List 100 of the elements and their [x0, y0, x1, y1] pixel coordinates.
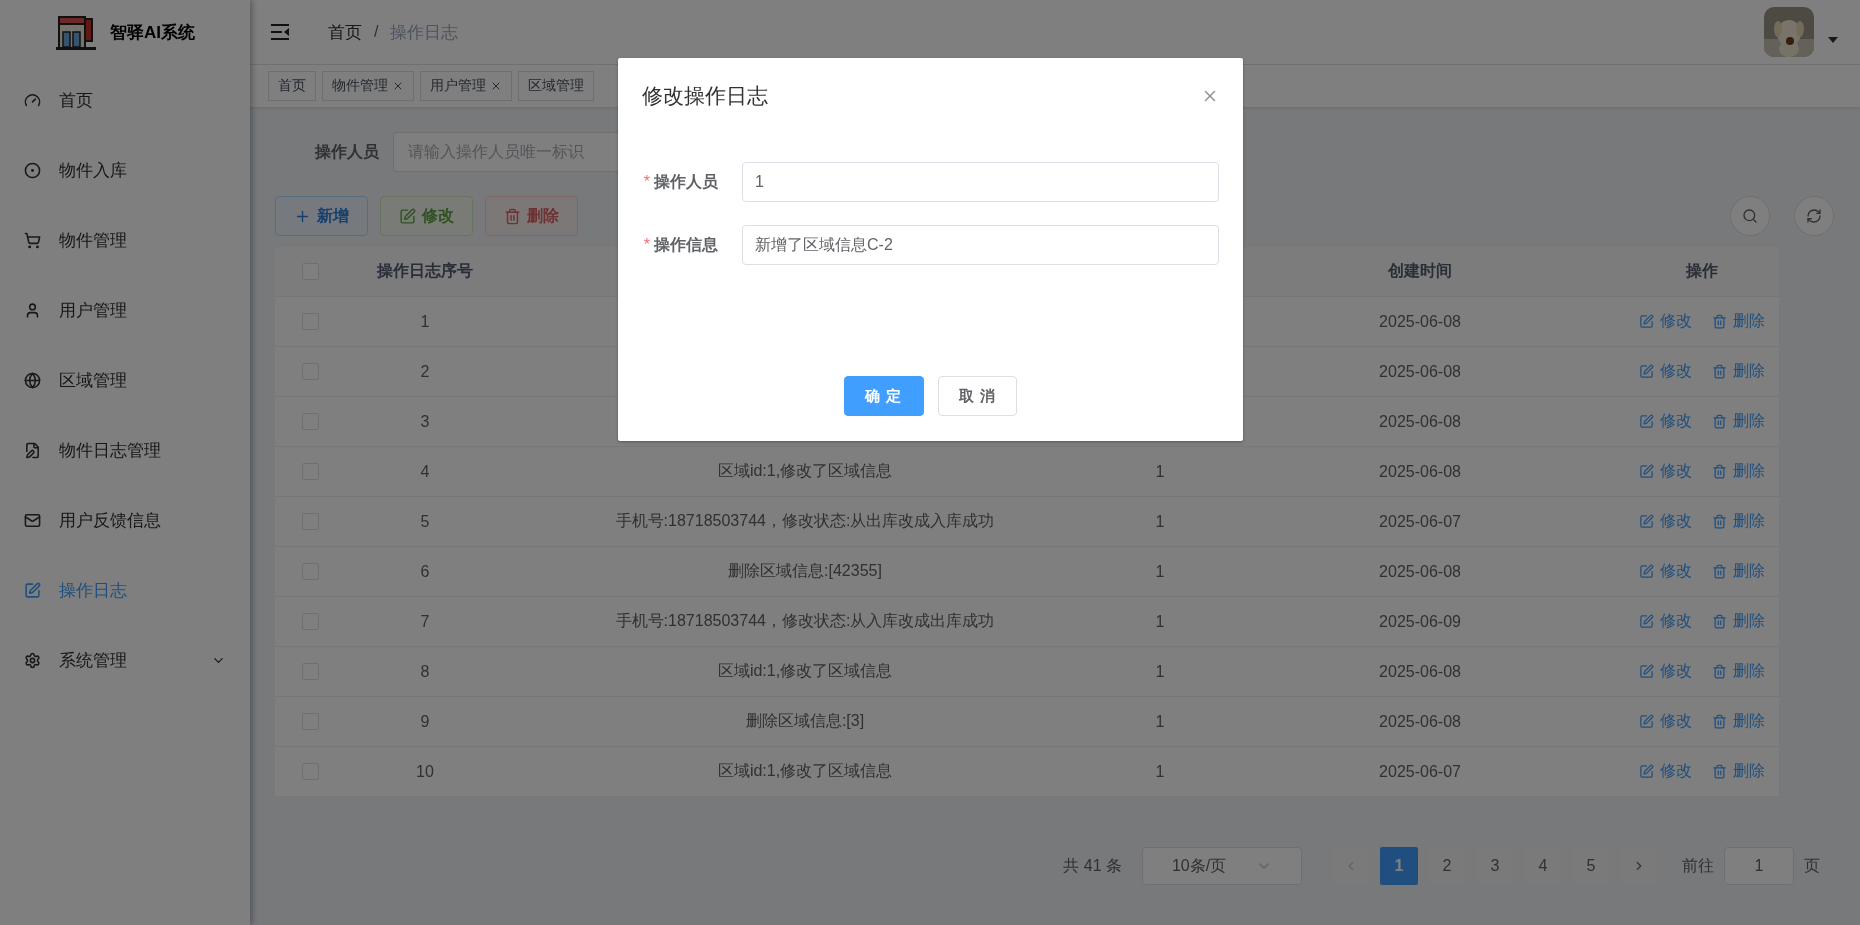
- delete-link[interactable]: 删除: [1712, 661, 1765, 682]
- table-cell: 2: [420, 362, 430, 381]
- dialog-title: 修改操作日志: [642, 83, 768, 109]
- cancel-button[interactable]: 取 消: [937, 376, 1017, 416]
- table-cell: 2025-06-07: [1379, 762, 1461, 781]
- table-cell-text: 区域id:1,修改了区域信息: [717, 661, 893, 681]
- input-field[interactable]: 1: [742, 162, 1219, 202]
- breadcrumb-item[interactable]: 首页: [328, 20, 362, 44]
- table-cell-text: 删除区域信息:[42355]: [728, 561, 882, 581]
- table-cell-text: 删除区域信息:[3]: [745, 711, 865, 731]
- table-cell: 1: [1155, 562, 1165, 581]
- mail-icon: [24, 511, 41, 529]
- edit-link[interactable]: 修改: [1639, 511, 1692, 532]
- page-input[interactable]: 1: [1724, 847, 1794, 885]
- menu-item[interactable]: 区域管理: [0, 345, 250, 415]
- field-label: * 操作人员: [642, 171, 719, 192]
- menu-item[interactable]: 用户管理: [0, 275, 250, 345]
- column-header: 操作: [1686, 261, 1718, 281]
- table-cell: 3: [420, 412, 430, 431]
- edit-icon: [1639, 664, 1654, 679]
- edit-link[interactable]: 修改: [1639, 311, 1692, 332]
- delete-link[interactable]: 删除: [1712, 761, 1765, 782]
- close-icon[interactable]: [392, 80, 404, 92]
- search-icon: [1742, 208, 1758, 224]
- trash-icon: [1712, 414, 1727, 429]
- page-size-select[interactable]: 10条/页: [1142, 847, 1302, 885]
- breadcrumb-separator: /: [374, 23, 379, 41]
- gauge-icon: [24, 91, 41, 109]
- edit-icon: [1639, 364, 1654, 379]
- table-cell: 1: [1155, 662, 1165, 681]
- table-cell: 1: [1155, 762, 1165, 781]
- settings-icon: [24, 651, 41, 669]
- delete-link[interactable]: 删除: [1712, 711, 1765, 732]
- edit-link[interactable]: 修改: [1639, 661, 1692, 682]
- table-cell: 2025-06-08: [1379, 462, 1461, 481]
- edit-icon: [1639, 614, 1654, 629]
- delete-link[interactable]: 删除: [1712, 611, 1765, 632]
- edit-link[interactable]: 修改: [1639, 461, 1692, 482]
- table-cell: 1: [420, 312, 430, 331]
- page-button[interactable]: 1: [1380, 847, 1418, 885]
- search-button[interactable]: [1730, 196, 1770, 236]
- table-cell: 1: [1155, 612, 1165, 631]
- table-cell: 5: [420, 512, 430, 531]
- delete-link[interactable]: 删除: [1712, 411, 1765, 432]
- add-button[interactable]: 新增: [275, 196, 368, 236]
- edit-icon: [24, 581, 41, 599]
- menu-item[interactable]: 首页: [0, 65, 250, 135]
- goto-label: 前往: [1682, 855, 1714, 876]
- user-icon: [24, 301, 41, 319]
- trash-icon: [1712, 514, 1727, 529]
- input-field[interactable]: 新增了区域信息C-2: [742, 225, 1219, 265]
- delete-link[interactable]: 删除: [1712, 311, 1765, 332]
- edit-link[interactable]: 修改: [1639, 361, 1692, 382]
- menu-item[interactable]: 操作日志: [0, 555, 250, 625]
- edit-link[interactable]: 修改: [1639, 611, 1692, 632]
- menu-item[interactable]: 物件入库: [0, 135, 250, 205]
- trash-icon: [1712, 764, 1727, 779]
- table-cell-text: 区域id:1,修改了区域信息: [717, 761, 893, 781]
- table-cell: 4: [420, 462, 430, 481]
- table-cell-text: 手机号:18718503744，修改状态:从出库改成入库成功: [615, 511, 995, 531]
- edit-link[interactable]: 修改: [1639, 561, 1692, 582]
- table-cell: 2025-06-08: [1379, 562, 1461, 581]
- delete-link[interactable]: 删除: [1712, 561, 1765, 582]
- table-cell: 2025-06-08: [1379, 712, 1461, 731]
- table-cell: 2025-06-08: [1379, 312, 1461, 331]
- menu-item[interactable]: 系统管理: [0, 625, 250, 695]
- edit-link[interactable]: 修改: [1639, 711, 1692, 732]
- refresh-icon: [1806, 208, 1822, 224]
- edit-icon: [1639, 714, 1654, 729]
- edit-icon: [399, 207, 416, 225]
- page-tag[interactable]: 物件管理: [322, 71, 414, 101]
- page-tag[interactable]: 区域管理: [518, 71, 594, 101]
- table-cell-text: 手机号:18718503744，修改状态:从入库改成出库成功: [615, 611, 995, 631]
- delete-link[interactable]: 删除: [1712, 511, 1765, 532]
- field-label: * 操作信息: [642, 234, 719, 255]
- menu-item[interactable]: 物件管理: [0, 205, 250, 275]
- edit-link[interactable]: 修改: [1639, 761, 1692, 782]
- delete-link[interactable]: 删除: [1712, 361, 1765, 382]
- edit-icon: [1639, 414, 1654, 429]
- table-cell: 1: [1155, 462, 1165, 481]
- table-cell: 1: [1155, 712, 1165, 731]
- close-icon[interactable]: [490, 80, 502, 92]
- edit-icon: [1639, 464, 1654, 479]
- page-tag[interactable]: 首页: [268, 71, 316, 101]
- trash-icon: [1712, 364, 1727, 379]
- menu-item[interactable]: 用户反馈信息: [0, 485, 250, 555]
- table-cell: 2025-06-08: [1379, 412, 1461, 431]
- page-tag[interactable]: 用户管理: [420, 71, 512, 101]
- menu-item[interactable]: 物件日志管理: [0, 415, 250, 485]
- table-cell-text: 区域id:1,修改了区域信息: [717, 461, 893, 481]
- confirm-button[interactable]: 确 定: [844, 376, 924, 416]
- delete-link[interactable]: 删除: [1712, 461, 1765, 482]
- edit-link[interactable]: 修改: [1639, 411, 1692, 432]
- column-header: 创建时间: [1388, 261, 1452, 281]
- trash-icon: [1712, 464, 1727, 479]
- edit-icon: [1639, 564, 1654, 579]
- menu-icon[interactable]: [270, 23, 290, 41]
- table-cell: 2025-06-08: [1379, 662, 1461, 681]
- caret-down-icon[interactable]: [1828, 37, 1838, 43]
- refresh-button[interactable]: [1794, 196, 1834, 236]
